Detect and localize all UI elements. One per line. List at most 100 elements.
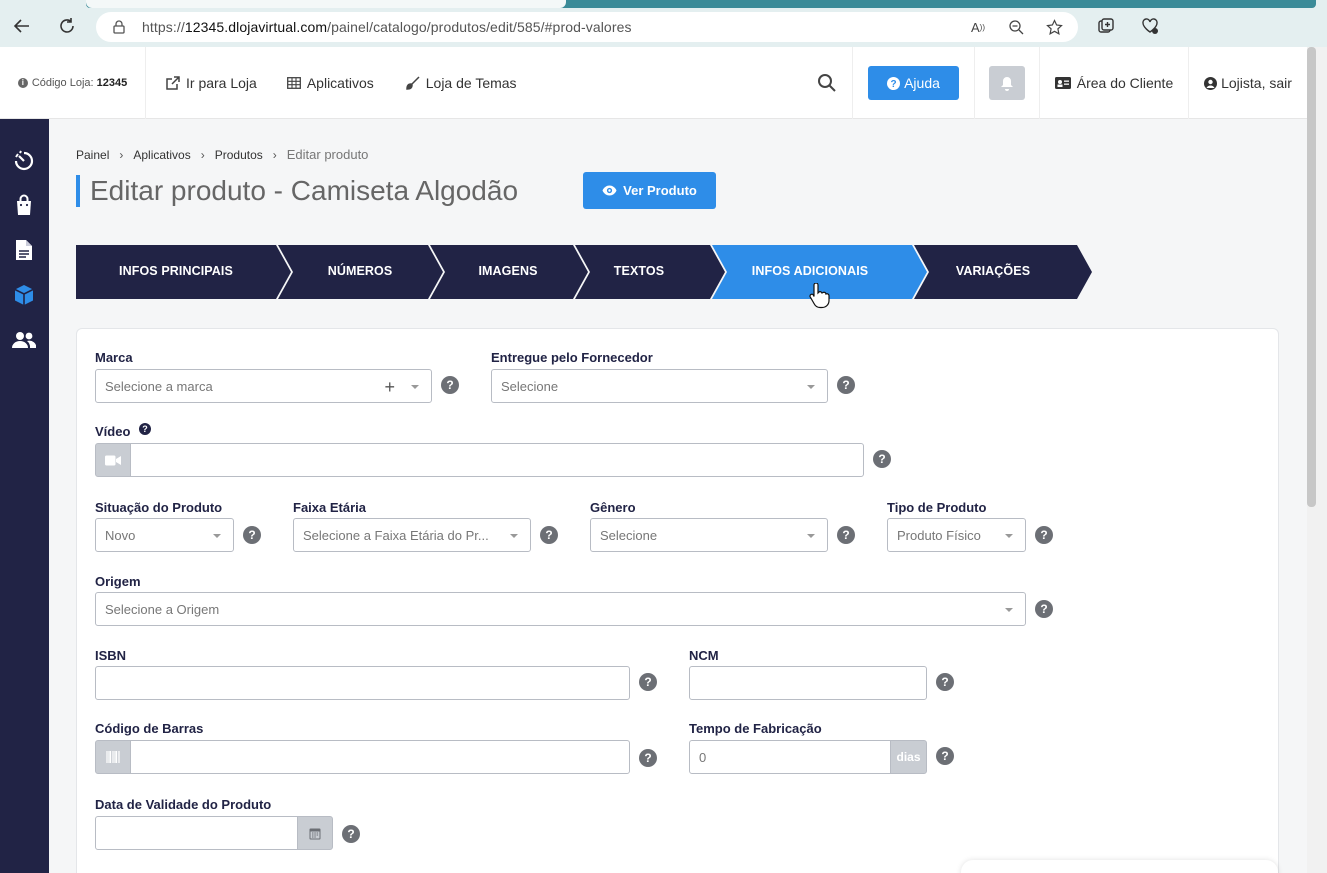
page-title: Editar produto - Camiseta Algodão bbox=[76, 175, 518, 207]
genero-help-icon[interactable]: ? bbox=[837, 526, 855, 544]
tipo-produto-label: Tipo de Produto bbox=[887, 500, 987, 515]
genero-select[interactable]: Selecione bbox=[590, 518, 828, 552]
tab-textos[interactable]: TEXTOS bbox=[582, 264, 696, 278]
breadcrumb-painel[interactable]: Painel bbox=[76, 148, 109, 162]
user-logout-link[interactable]: Lojista, sair bbox=[1189, 47, 1307, 119]
calendar-icon[interactable] bbox=[297, 816, 333, 850]
situacao-select[interactable]: Novo bbox=[95, 518, 234, 552]
marca-help-icon[interactable]: ? bbox=[441, 376, 459, 394]
box-icon bbox=[14, 285, 34, 305]
situacao-label: Situação do Produto bbox=[95, 500, 223, 515]
video-input[interactable] bbox=[130, 443, 864, 477]
breadcrumb-aplicativos[interactable]: Aplicativos bbox=[133, 148, 190, 162]
sidebar-item-orders[interactable] bbox=[12, 193, 36, 217]
info-icon: i bbox=[17, 77, 28, 88]
isbn-help-icon[interactable]: ? bbox=[639, 673, 657, 691]
data-validade-help-icon[interactable]: ? bbox=[342, 825, 360, 843]
sidebar-item-dashboard[interactable] bbox=[12, 148, 36, 172]
codigo-barras-help-icon[interactable]: ? bbox=[639, 749, 657, 767]
theme-store-link[interactable]: Loja de Temas bbox=[405, 47, 517, 119]
tab-infos-adicionais[interactable]: INFOS ADICIONAIS bbox=[710, 264, 910, 278]
user-circle-icon bbox=[1204, 76, 1218, 90]
back-arrow-icon[interactable] bbox=[10, 14, 34, 38]
browser-tab-strip bbox=[86, 0, 1316, 8]
scrollbar-thumb[interactable] bbox=[1307, 47, 1316, 507]
read-aloud-icon[interactable]: A)) bbox=[968, 17, 988, 37]
help-button[interactable]: ? Ajuda bbox=[868, 66, 959, 100]
origem-help-icon[interactable]: ? bbox=[1035, 600, 1053, 618]
video-label: Vídeo bbox=[95, 424, 131, 439]
hand-cursor-icon bbox=[809, 283, 830, 309]
app-header: i Código Loja: 12345 Ir para Loja Aplicat… bbox=[0, 46, 1307, 119]
collections-icon[interactable] bbox=[1097, 17, 1117, 37]
fornecedor-help-icon[interactable]: ? bbox=[837, 376, 855, 394]
video-label-help-icon[interactable]: ? bbox=[139, 423, 151, 435]
situacao-help-icon[interactable]: ? bbox=[243, 526, 261, 544]
favorite-star-icon[interactable] bbox=[1044, 17, 1064, 37]
stopwatch-icon bbox=[14, 150, 34, 171]
breadcrumb-produtos[interactable]: Produtos bbox=[215, 148, 263, 162]
refresh-icon[interactable] bbox=[55, 14, 79, 38]
grid-icon bbox=[286, 76, 301, 89]
isbn-label: ISBN bbox=[95, 648, 127, 663]
tempo-fabricacao-label: Tempo de Fabricação bbox=[689, 721, 822, 736]
data-validade-label: Data de Validade do Produto bbox=[95, 797, 272, 812]
fornecedor-select[interactable]: Selecione bbox=[491, 369, 828, 403]
chevron-down-icon bbox=[807, 385, 815, 389]
data-validade-input[interactable] bbox=[95, 816, 298, 850]
document-icon bbox=[16, 240, 32, 260]
id-card-icon bbox=[1054, 77, 1071, 89]
tipo-produto-help-icon[interactable]: ? bbox=[1035, 526, 1053, 544]
origem-label: Origem bbox=[95, 574, 141, 589]
sidebar-item-customers[interactable] bbox=[12, 328, 36, 352]
go-to-store-link[interactable]: Ir para Loja bbox=[166, 47, 257, 119]
notifications-button[interactable] bbox=[989, 66, 1025, 100]
chevron-down-icon bbox=[213, 534, 221, 538]
video-help-icon[interactable]: ? bbox=[873, 450, 891, 468]
zoom-out-icon[interactable] bbox=[1006, 17, 1026, 37]
eye-icon bbox=[602, 185, 617, 196]
chevron-down-icon bbox=[807, 534, 815, 538]
tempo-fabricacao-input[interactable]: 0 bbox=[689, 740, 891, 774]
search-button[interactable] bbox=[801, 47, 853, 119]
browser-toolbar: https://12345.dlojavirtual.com/painel/ca… bbox=[0, 0, 1327, 47]
sidebar-item-products[interactable] bbox=[12, 283, 36, 307]
origem-select[interactable]: Selecione a Origem bbox=[95, 592, 1026, 626]
codigo-barras-label: Código de Barras bbox=[95, 721, 204, 736]
chevron-right-icon: › bbox=[200, 147, 205, 162]
store-code: i Código Loja: 12345 bbox=[0, 46, 146, 119]
ncm-label: NCM bbox=[689, 648, 719, 663]
isbn-input[interactable] bbox=[95, 666, 630, 700]
apps-link[interactable]: Aplicativos bbox=[286, 47, 374, 119]
breadcrumb-current: Editar produto bbox=[286, 147, 369, 162]
tab-infos-principais[interactable]: INFOS PRINCIPAIS bbox=[76, 264, 276, 278]
video-camera-icon bbox=[95, 443, 131, 477]
lock-icon bbox=[113, 20, 125, 34]
barcode-icon bbox=[95, 740, 131, 774]
address-bar[interactable]: https://12345.dlojavirtual.com/painel/ca… bbox=[96, 12, 1078, 42]
shopping-bag-icon bbox=[17, 194, 31, 215]
chevron-down-icon bbox=[510, 534, 518, 538]
chevron-down-icon bbox=[1005, 534, 1013, 538]
svg-text:?: ? bbox=[891, 79, 897, 90]
marca-label: Marca bbox=[95, 350, 133, 365]
ncm-input[interactable] bbox=[689, 666, 927, 700]
marca-select[interactable]: Selecione a marca + bbox=[95, 369, 432, 403]
faixa-etaria-help-icon[interactable]: ? bbox=[540, 526, 558, 544]
ncm-help-icon[interactable]: ? bbox=[936, 673, 954, 691]
tab-numeros[interactable]: NÚMEROS bbox=[286, 264, 434, 278]
tipo-produto-select[interactable]: Produto Físico bbox=[887, 518, 1026, 552]
users-icon bbox=[12, 332, 36, 348]
codigo-barras-input[interactable] bbox=[130, 740, 630, 774]
plus-icon[interactable]: + bbox=[384, 377, 395, 398]
health-icon[interactable] bbox=[1141, 17, 1161, 37]
sidebar-item-reports[interactable] bbox=[12, 238, 36, 262]
tab-variacoes[interactable]: VARIAÇÕES bbox=[922, 264, 1064, 278]
tab-imagens[interactable]: IMAGENS bbox=[438, 264, 578, 278]
tempo-fabricacao-help-icon[interactable]: ? bbox=[936, 747, 954, 765]
client-area-link[interactable]: Área do Cliente bbox=[1040, 47, 1189, 119]
bell-icon bbox=[1001, 76, 1013, 91]
external-link-icon bbox=[166, 75, 180, 90]
view-product-button[interactable]: Ver Produto bbox=[583, 172, 716, 209]
faixa-etaria-select[interactable]: Selecione a Faixa Etária do Pr... bbox=[293, 518, 531, 552]
